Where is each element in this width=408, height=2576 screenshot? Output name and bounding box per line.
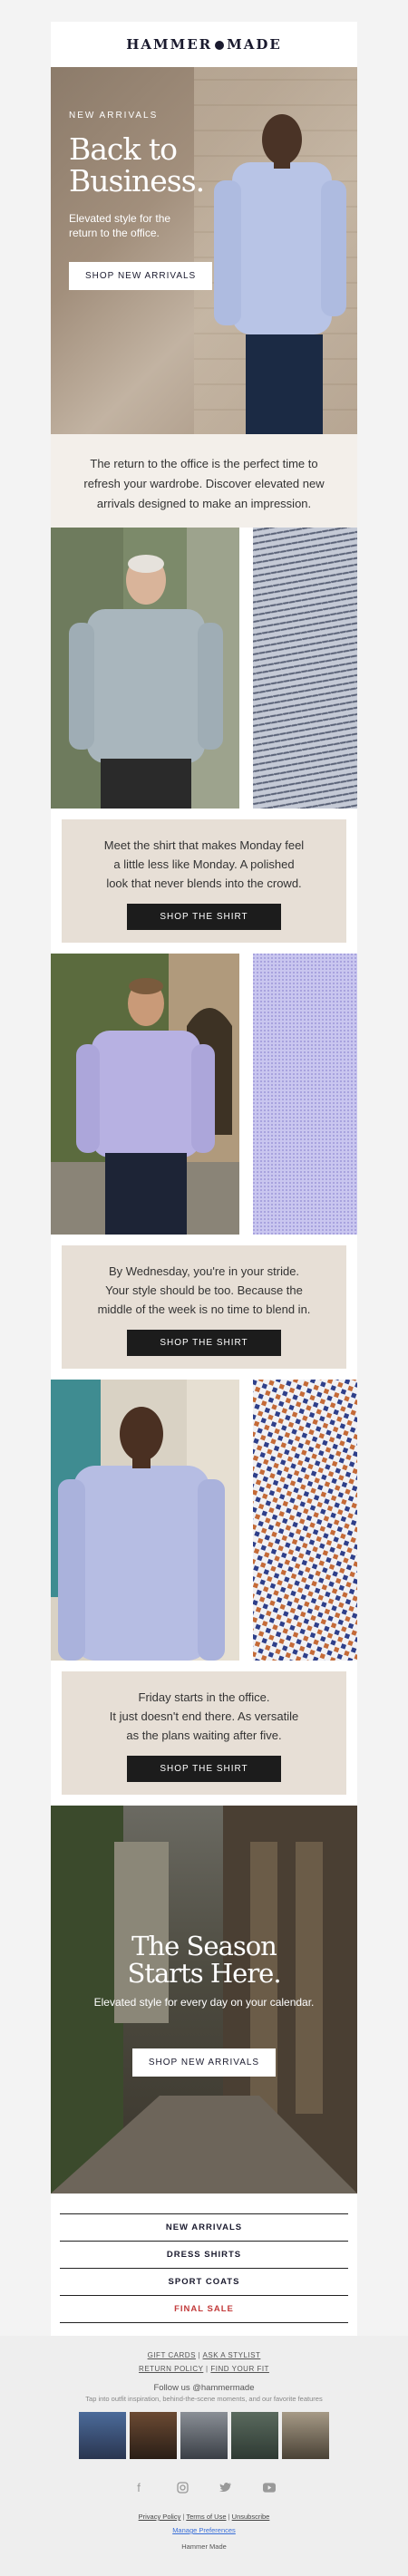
shop-shirt-3-button[interactable]: SHOP THE SHIRT <box>127 1756 281 1782</box>
hero-subtitle: Elevated style for the return to the off… <box>69 211 223 240</box>
shirt-1-line-2: a little less like Monday. A polished <box>113 857 295 871</box>
shirt-1-description: Meet the shirt that makes Monday feel a … <box>80 836 328 893</box>
social-icons: f <box>0 2481 408 2494</box>
shop-new-arrivals-button[interactable]: SHOP NEW ARRIVALS <box>69 262 213 290</box>
season-overlay: The Season Starts Here. Elevated style f… <box>51 1932 357 2077</box>
shirt-1-line-1: Meet the shirt that makes Monday feel <box>103 838 305 852</box>
instagram-thumb-2[interactable] <box>130 2412 177 2459</box>
footer-separator: | <box>206 2365 209 2373</box>
hero-headline: Back to Business. <box>69 133 223 197</box>
season-headline-line-2: Starts Here. <box>127 1958 281 1989</box>
shirt-1-copy: Meet the shirt that makes Monday feel a … <box>62 819 346 943</box>
season-shop-new-arrivals-button[interactable]: SHOP NEW ARRIVALS <box>131 2048 277 2077</box>
nav-final-sale[interactable]: FINAL SALE <box>60 2295 348 2323</box>
shirt-2-fabric-swatch[interactable] <box>253 954 357 1235</box>
shirt-2-images <box>51 954 357 1235</box>
ask-a-stylist-link[interactable]: ASK A STYLIST <box>203 2351 261 2359</box>
shirt-2-line-2: Your style should be too. Because the <box>105 1283 303 1297</box>
season-banner[interactable]: The Season Starts Here. Elevated style f… <box>51 1806 357 2193</box>
return-policy-link[interactable]: RETURN POLICY <box>139 2365 203 2373</box>
manage-preferences-link[interactable]: Manage Preferences <box>172 2526 236 2534</box>
legal-separator: | <box>182 2513 185 2521</box>
intro-line-3: arrivals designed to make an impression. <box>96 497 312 510</box>
hero-kicker: NEW ARRIVALS <box>69 111 159 121</box>
shop-shirt-1-button[interactable]: SHOP THE SHIRT <box>127 904 281 930</box>
shirt-2-line-3: middle of the week is no time to blend i… <box>97 1303 311 1316</box>
nav-new-arrivals[interactable]: NEW ARRIVALS <box>60 2213 348 2241</box>
season-headline: The Season Starts Here. <box>51 1932 357 1987</box>
instagram-thumb-4[interactable] <box>231 2412 278 2459</box>
shirt-3-fabric-swatch[interactable] <box>253 1380 357 1661</box>
intro-line-1: The return to the office is the perfect … <box>90 457 318 470</box>
header: HAMMER MADE <box>51 22 357 67</box>
instagram-thumb-5[interactable] <box>282 2412 329 2459</box>
facebook-icon[interactable]: f <box>132 2481 145 2494</box>
hero-overlay: NEW ARRIVALS Back to Business. Elevated … <box>69 111 223 290</box>
nav-sport-coats[interactable]: SPORT COATS <box>60 2268 348 2295</box>
shirt-3-copy: Friday starts in the office. It just doe… <box>62 1671 346 1795</box>
twitter-icon[interactable] <box>219 2481 232 2494</box>
shirt-3-images <box>51 1380 357 1661</box>
privacy-policy-link[interactable]: Privacy Policy <box>139 2513 181 2521</box>
shirt-3-description: Friday starts in the office. It just doe… <box>80 1688 328 1745</box>
instagram-thumb-3[interactable] <box>180 2412 228 2459</box>
shirt-3-line-3: as the plans waiting after five. <box>126 1729 282 1742</box>
instagram-thumbnails <box>0 2412 408 2459</box>
shirt-2-description: By Wednesday, you're in your stride. You… <box>80 1262 328 1319</box>
logo-dot-icon <box>215 41 225 50</box>
shirt-2-line-1: By Wednesday, you're in your stride. <box>108 1264 300 1278</box>
find-your-fit-link[interactable]: FIND YOUR FIT <box>210 2365 269 2373</box>
shirt-1-model-image[interactable] <box>51 528 239 809</box>
youtube-icon[interactable] <box>263 2481 276 2494</box>
shirt-2-model-image[interactable] <box>51 954 239 1235</box>
logo-text-right: MADE <box>227 36 282 53</box>
hero-banner[interactable]: NEW ARRIVALS Back to Business. Elevated … <box>51 67 357 434</box>
terms-of-use-link[interactable]: Terms of Use <box>186 2513 226 2521</box>
nav-dress-shirts[interactable]: DRESS SHIRTS <box>60 2241 348 2268</box>
brand-logo[interactable]: HAMMER MADE <box>126 36 282 53</box>
hero-subtitle-line-1: Elevated style for the <box>69 212 171 225</box>
shirt-2-copy: By Wednesday, you're in your stride. You… <box>62 1245 346 1369</box>
hero-headline-line-2: Business. <box>69 163 205 199</box>
legal-links: Privacy Policy | Terms of Use | Unsubscr… <box>0 2510 408 2537</box>
footer-nav: NEW ARRIVALS DRESS SHIRTS SPORT COATS FI… <box>51 2193 357 2336</box>
footer-links: GIFT CARDS | ASK A STYLIST RETURN POLICY… <box>0 2348 408 2376</box>
season-subtitle: Elevated style for every day on your cal… <box>93 1996 315 2009</box>
intro-text: The return to the office is the perfect … <box>51 434 357 528</box>
instagram-icon[interactable] <box>176 2481 189 2494</box>
legal-separator: | <box>228 2513 230 2521</box>
footer: GIFT CARDS | ASK A STYLIST RETURN POLICY… <box>0 2336 408 2576</box>
footer-brand-name: Hammer Made <box>181 2542 227 2551</box>
shirt-1-fabric-swatch[interactable] <box>253 528 357 809</box>
hero-model-image <box>214 114 346 434</box>
email-container: HAMMER MADE NEW ARRIVALS Back to Business… <box>51 22 357 2336</box>
shirt-3-line-1: Friday starts in the office. <box>138 1690 270 1704</box>
intro-line-2: refresh your wardrobe. Discover elevated… <box>83 477 325 490</box>
shop-shirt-2-button[interactable]: SHOP THE SHIRT <box>127 1330 281 1356</box>
gift-cards-link[interactable]: GIFT CARDS <box>148 2351 196 2359</box>
footer-separator: | <box>198 2351 201 2359</box>
logo-text-left: HAMMER <box>126 36 213 53</box>
follow-us-text: Follow us @hammermade <box>153 2383 255 2393</box>
shirt-3-line-2: It just doesn't end there. As versatile <box>109 1709 299 1723</box>
hero-subtitle-line-2: return to the office. <box>69 227 160 239</box>
instagram-thumb-1[interactable] <box>79 2412 126 2459</box>
shirt-3-model-image[interactable] <box>51 1380 239 1661</box>
unsubscribe-link[interactable]: Unsubscribe <box>232 2513 270 2521</box>
season-headline-line-1: The Season <box>131 1931 277 1961</box>
follow-tagline: Tap into outfit inspiration, behind-the-… <box>85 2395 323 2403</box>
shirt-1-line-3: look that never blends into the crowd. <box>106 876 302 890</box>
hero-headline-line-1: Back to <box>69 131 178 167</box>
shirt-1-images <box>51 528 357 809</box>
